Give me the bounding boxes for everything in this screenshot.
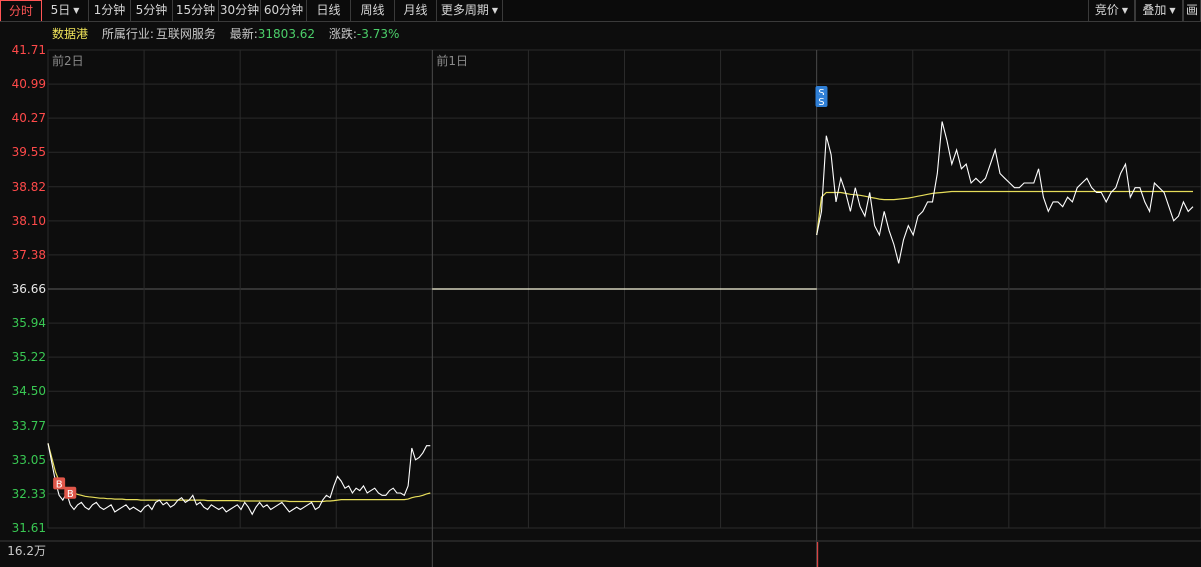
y-tick-label: 34.50 [12,384,46,398]
y-tick-label: 31.61 [12,521,46,535]
y-tick-label: 33.77 [12,419,46,433]
volume-top-label: 16.2万 [7,544,46,558]
y-tick-label: 40.99 [12,77,46,91]
sell-marker-label: S [818,97,824,108]
day-label: 前1日 [436,53,468,68]
y-tick-label: 38.82 [12,180,46,194]
y-tick-label: 39.55 [12,145,46,159]
y-tick-label: 36.66 [12,282,46,296]
y-tick-label: 35.94 [12,316,46,330]
day-label: 前2日 [52,53,84,68]
buy-marker-label: B [56,479,63,490]
y-tick-label: 41.71 [12,43,46,57]
y-tick-label: 40.27 [12,111,46,125]
y-tick-label: 33.05 [12,453,46,467]
y-tick-label: 38.10 [12,214,46,228]
intraday-chart[interactable]: 41.71 40.99 40.27 39.55 38.82 38.10 37.38 36.66… [0,0,1201,567]
y-tick-label: 37.38 [12,248,46,262]
y-tick-label: 32.33 [12,487,46,501]
buy-marker-label: B [67,489,74,500]
y-tick-label: 35.22 [12,350,46,364]
